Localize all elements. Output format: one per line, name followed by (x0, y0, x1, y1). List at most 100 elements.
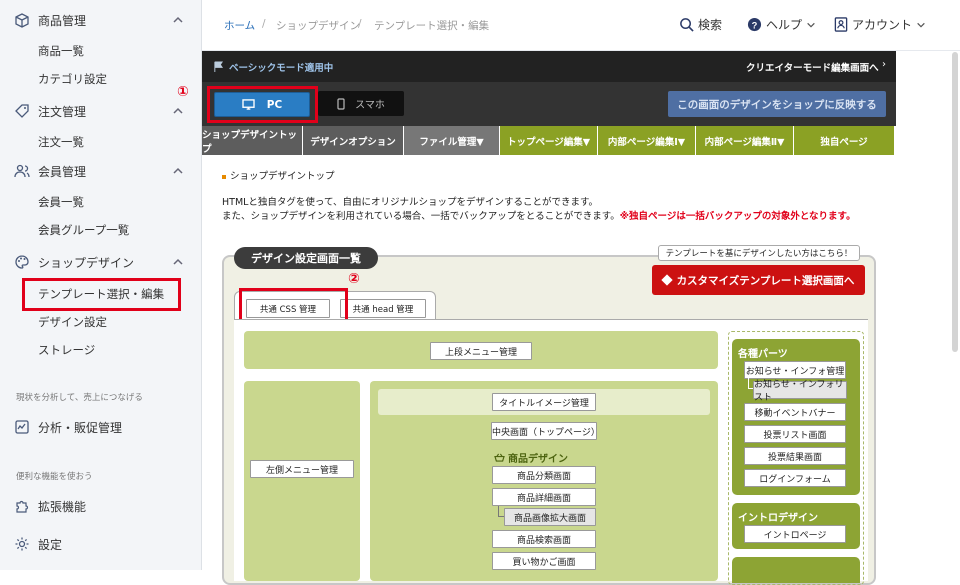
sidebar-group-label: 商品管理 (38, 13, 87, 28)
gear-icon (15, 537, 29, 551)
tab-design-options[interactable]: デザインオプション (303, 126, 404, 155)
intro-title: イントロデザイン (738, 513, 818, 524)
product-detail-button[interactable]: 商品詳細画面 (492, 488, 596, 506)
basket-icon (494, 453, 505, 462)
search-icon (680, 18, 694, 32)
breadcrumb-separator: / (262, 18, 266, 30)
sidebar-group-members[interactable]: 会員管理 (0, 157, 202, 185)
sidebar-group-label: 分析・販促管理 (38, 420, 123, 435)
highlight-box-template-edit (22, 278, 181, 311)
sidebar-group-products[interactable]: 商品管理 (0, 6, 202, 34)
chevron-up-icon (173, 167, 183, 174)
moving-event-banner-button[interactable]: 移動イベントバナー (744, 403, 846, 421)
vote-list-button[interactable]: 投票リスト画面 (744, 425, 846, 443)
breadcrumb-shop-design[interactable]: ショップデザイン (276, 18, 360, 33)
sidebar-group-label: 会員管理 (38, 164, 87, 179)
sidebar-group-label: 注文管理 (38, 104, 87, 119)
vote-result-button[interactable]: 投票結果画面 (744, 447, 846, 465)
parts-title: 各種パーツ (738, 349, 788, 360)
sidebar-group-orders[interactable]: 注文管理 (0, 97, 202, 125)
design-settings-panel: デザイン設定画面一覧 テンプレートを基にデザインしたい方はこちら！ カスタマイズ… (222, 245, 876, 585)
mode-label: ベーシックモード適用中 (229, 63, 334, 74)
login-form-button[interactable]: ログインフォーム (744, 469, 846, 487)
page-heading: ショップデザイントップ (222, 168, 335, 182)
left-menu-region (244, 381, 360, 581)
upper-menu-button[interactable]: 上段メニュー管理 (430, 342, 532, 360)
sidebar-group-extensions[interactable]: 拡張機能 (0, 492, 202, 520)
smartphone-toggle[interactable]: スマホ (318, 91, 404, 116)
center-screen-button[interactable]: 中央画面（トップページ） (491, 422, 600, 440)
search-label: 検索 (698, 18, 723, 32)
sidebar-caption: 現状を分析して、売上につなげる (16, 393, 143, 403)
smartphone-label: スマホ (355, 100, 385, 111)
template-hint: テンプレートを基にデザインしたい方はこちら！ (658, 245, 860, 261)
product-category-button[interactable]: 商品分類画面 (492, 466, 596, 484)
puzzle-icon (16, 500, 29, 513)
sidebar-item-design-settings[interactable]: デザイン設定 (38, 312, 107, 332)
description-line-2: また、ショップデザインを利用されている場合、一括でバックアップをとることができま… (222, 211, 856, 222)
sidebar-group-settings[interactable]: 設定 (0, 530, 202, 558)
diamond-icon (660, 274, 673, 286)
scrollbar-thumb[interactable] (952, 52, 958, 352)
chevron-down-icon (807, 22, 815, 28)
chevron-up-icon (173, 107, 183, 114)
search-button[interactable]: 検索 (679, 16, 722, 33)
cart-button[interactable]: 買い物かご画面 (492, 552, 596, 570)
account-menu[interactable]: アカウント (834, 16, 926, 33)
backup-note: ※独自ページは一括バックアップの対象外となります。 (619, 211, 856, 222)
tab-file-manage[interactable]: ファイル管理▼ (404, 126, 500, 155)
partial-box (732, 557, 860, 583)
sidebar-caption: 便利な機能を使おう (16, 472, 93, 482)
product-search-button[interactable]: 商品検索画面 (492, 530, 596, 548)
sidebar-item-member-groups[interactable]: 会員グループ一覧 (38, 220, 129, 240)
sidebar-item-member-list[interactable]: 会員一覧 (38, 192, 84, 212)
title-image-button[interactable]: タイトルイメージ管理 (492, 393, 596, 411)
sidebar-group-label: 設定 (38, 537, 63, 552)
sidebar-item-category[interactable]: カテゴリ設定 (38, 69, 107, 89)
product-design-heading: 商品デザイン (494, 450, 568, 465)
tab-top-page-edit[interactable]: トップページ編集▼ (500, 126, 598, 155)
svg-text:?: ? (752, 20, 758, 30)
chevron-up-icon (173, 16, 183, 23)
sidebar-item-product-list[interactable]: 商品一覧 (38, 41, 84, 61)
chart-icon (15, 420, 29, 434)
smartphone-icon (337, 97, 345, 110)
product-image-zoom-button[interactable]: 商品画像拡大画面 (504, 508, 596, 526)
description-line-1: HTMLと独自タグを使って、自由にオリジナルショップをデザインすることができます… (222, 197, 599, 208)
tab-custom-page[interactable]: 独自ページ (794, 126, 894, 155)
sidebar-group-shop-design[interactable]: ショップデザイン (0, 248, 202, 276)
highlight-box-pc (207, 86, 318, 123)
intro-page-button[interactable]: イントロページ (744, 525, 846, 543)
apply-design-button[interactable]: この画面のデザインをショップに反映する (668, 91, 886, 117)
sidebar: 商品管理 商品一覧 カテゴリ設定 注文管理 注文一覧 会員管理 会員一覧 会員グ… (0, 0, 202, 570)
notice-info-list-button[interactable]: お知らせ・インフォリスト (753, 380, 847, 403)
sidebar-group-label: 拡張機能 (38, 499, 87, 514)
mode-bar: ベーシックモード適用中 クリエイターモード編集画面へ › (202, 51, 896, 82)
sidebar-item-order-list[interactable]: 注文一覧 (38, 132, 84, 152)
subtab-common-head[interactable]: 共通 head 管理 (340, 299, 426, 318)
left-menu-button[interactable]: 左側メニュー管理 (250, 460, 354, 478)
sidebar-group-analytics[interactable]: 分析・販促管理 (0, 413, 202, 441)
chevron-right-icon: › (882, 59, 886, 70)
sidebar-group-label: ショップデザイン (38, 255, 135, 270)
account-label: アカウント (852, 18, 913, 32)
creator-mode-link[interactable]: クリエイターモード編集画面へ (746, 60, 879, 74)
breadcrumb-home[interactable]: ホーム (224, 18, 255, 33)
top-header: ホーム / ショップデザイン / テンプレート選択・編集 検索 ? ヘルプ アカ… (202, 0, 960, 51)
tag-icon (15, 104, 29, 118)
flag-icon (214, 61, 224, 72)
chevron-down-icon (917, 22, 925, 28)
tab-shop-design-top[interactable]: ショップデザイントップ (202, 126, 303, 155)
tab-inner-page-edit-2[interactable]: 内部ページ編集Ⅱ▼ (696, 126, 794, 155)
sidebar-item-storage[interactable]: ストレージ (38, 340, 95, 360)
help-label: ヘルプ (766, 18, 803, 32)
breadcrumb-separator: / (358, 18, 362, 30)
callout-number-2: ② (348, 271, 360, 287)
tab-inner-page-edit-1[interactable]: 内部ページ編集Ⅰ▼ (598, 126, 696, 155)
users-icon (14, 164, 30, 178)
customize-template-button[interactable]: カスタマイズテンプレート選択画面へ (652, 265, 865, 295)
panel-title: デザイン設定画面一覧 (234, 247, 378, 269)
callout-number-1: ① (177, 84, 189, 100)
box-icon (15, 13, 29, 28)
help-menu[interactable]: ? ヘルプ (747, 16, 816, 33)
